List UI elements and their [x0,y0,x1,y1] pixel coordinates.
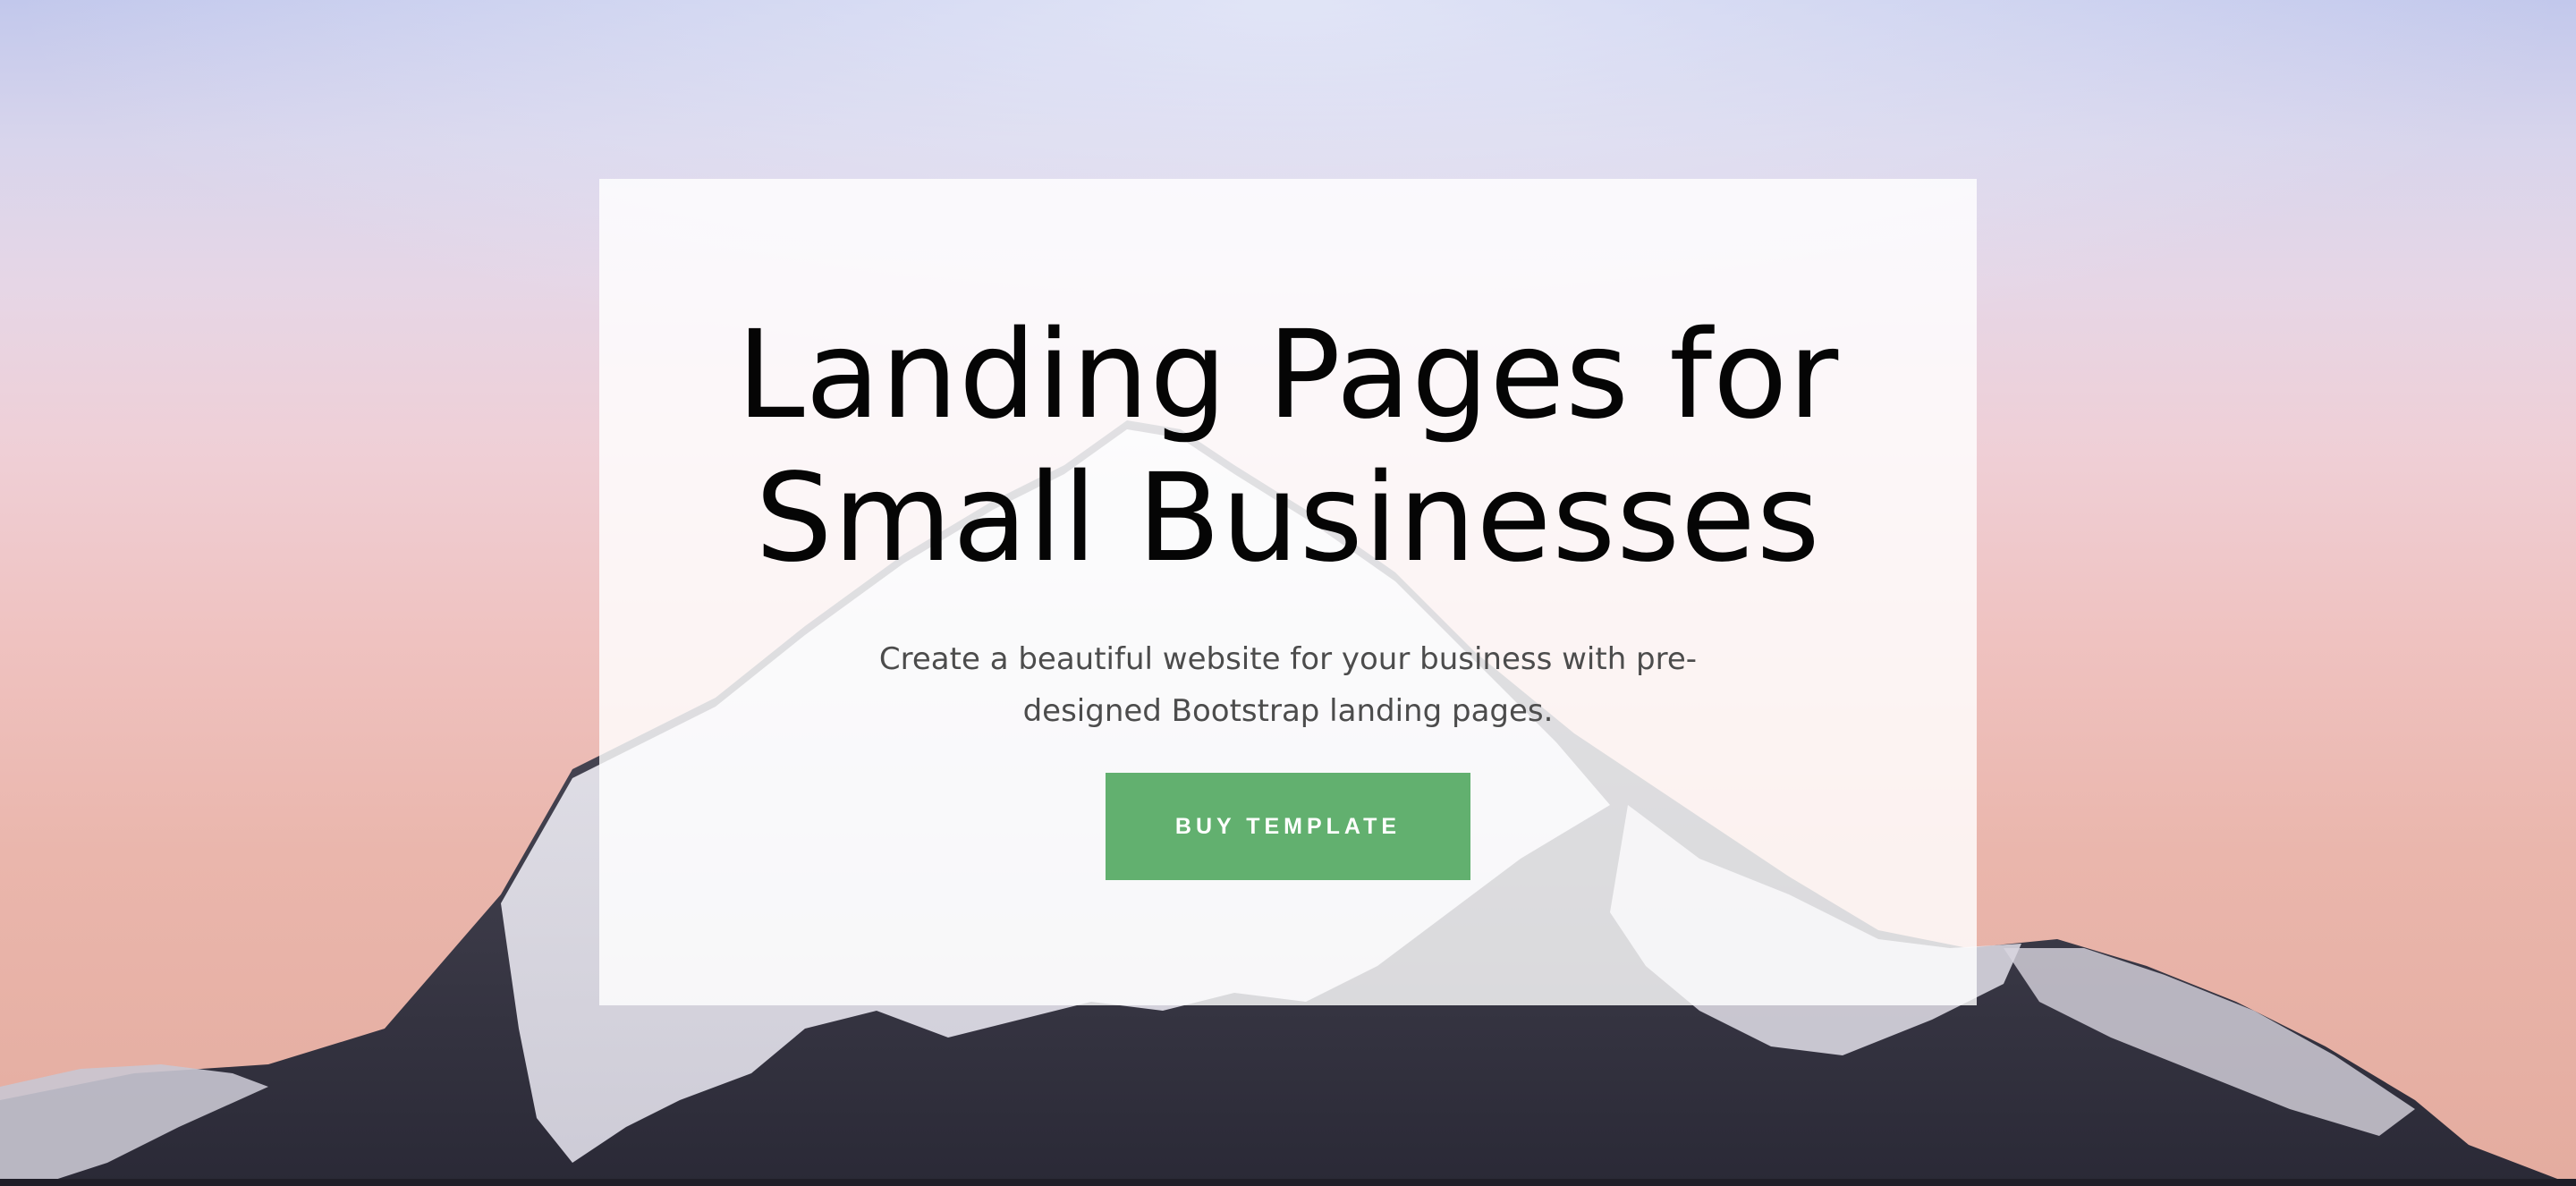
title-line-1: Landing Pages for [736,305,1840,446]
page-title: Landing Pages for Small Businesses [599,304,1977,590]
hero-subtitle: Create a beautiful website for your busi… [878,641,1698,729]
buy-template-button[interactable]: BUY TEMPLATE [1106,773,1470,880]
hero-section: Landing Pages for Small Businesses Creat… [0,0,2576,1186]
title-line-2: Small Businesses [755,448,1821,589]
hero-card: Landing Pages for Small Businesses Creat… [599,179,1977,1005]
